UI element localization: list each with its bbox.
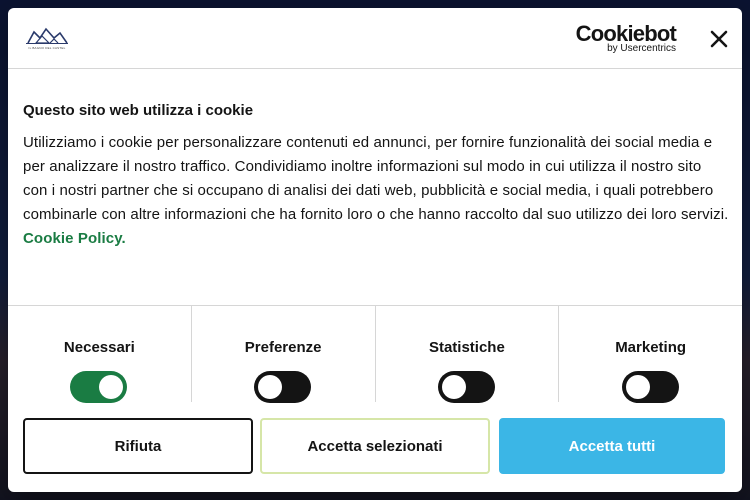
toggle-knob — [441, 375, 466, 399]
site-logo-icon — [26, 27, 68, 44]
toggle-knob — [99, 375, 124, 399]
toggle-necessari[interactable] — [70, 371, 128, 403]
consent-description-text: Utilizziamo i cookie per personalizzare … — [23, 134, 729, 223]
site-logo: IL BAGNO DEL CASTEL — [24, 26, 70, 52]
cookie-categories: Necessari Preferenze Statistiche Marketi… — [8, 306, 742, 403]
category-label: Marketing — [615, 339, 687, 356]
category-necessari: Necessari — [8, 306, 192, 403]
category-label: Statistiche — [428, 339, 505, 356]
cookiebot-byline: by Usercentrics — [607, 43, 676, 54]
toggle-knob — [258, 375, 283, 399]
toggle-marketing[interactable] — [621, 371, 679, 403]
category-marketing: Marketing — [559, 306, 742, 403]
category-label: Preferenze — [244, 339, 322, 356]
toggle-preferenze[interactable] — [254, 371, 312, 403]
cookie-policy-link[interactable]: Cookie Policy. — [23, 230, 126, 247]
accept-selected-button[interactable]: Accetta selezionati — [260, 418, 490, 474]
accept-all-button[interactable]: Accetta tutti — [499, 418, 725, 474]
dialog-header: IL BAGNO DEL CASTEL Cookiebot by Usercen… — [8, 8, 742, 69]
consent-content: Questo sito web utilizza i cookie Utiliz… — [23, 102, 729, 251]
toggle-knob — [625, 375, 650, 399]
cookiebot-logo: Cookiebot by Usercentrics — [572, 21, 680, 55]
consent-description: Utilizziamo i cookie per personalizzare … — [23, 131, 729, 251]
toggle-statistiche[interactable] — [437, 371, 495, 403]
category-label: Necessari — [63, 339, 135, 356]
close-icon — [710, 30, 728, 48]
consent-title: Questo sito web utilizza i cookie — [23, 102, 254, 119]
site-logo-text: IL BAGNO DEL CASTEL — [28, 46, 66, 50]
cookie-consent-dialog: IL BAGNO DEL CASTEL Cookiebot by Usercen… — [8, 8, 742, 492]
close-button[interactable] — [707, 27, 731, 51]
consent-buttons: Rifiuta Accetta selezionati Accetta tutt… — [23, 418, 727, 476]
category-statistiche: Statistiche — [376, 306, 560, 403]
category-preferenze: Preferenze — [192, 306, 376, 403]
reject-button[interactable]: Rifiuta — [23, 418, 253, 474]
